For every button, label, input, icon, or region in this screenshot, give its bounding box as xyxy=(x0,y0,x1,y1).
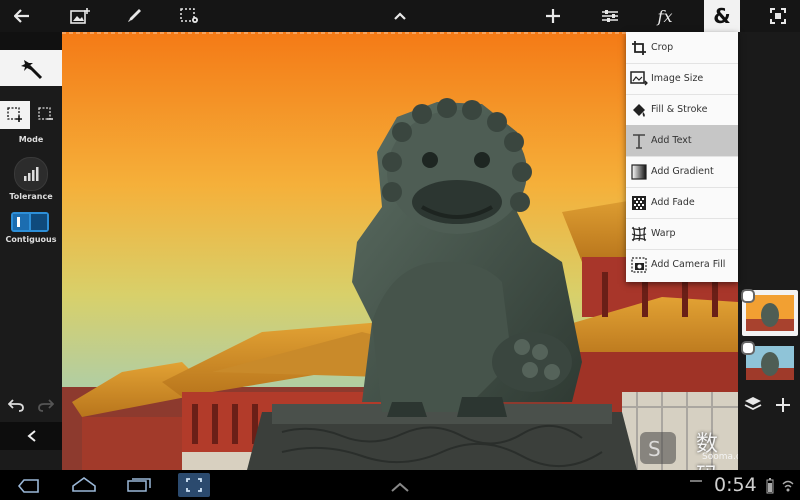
layer-visibility-dot[interactable] xyxy=(741,289,755,303)
effects-button[interactable]: fx xyxy=(645,0,685,32)
chevron-left-icon xyxy=(27,430,36,442)
warp-icon xyxy=(627,226,651,242)
layer-thumbnail-2[interactable] xyxy=(741,341,798,382)
fill-stroke-icon xyxy=(627,102,651,118)
menu-item-warp[interactable]: Warp xyxy=(626,218,738,250)
contiguous-label: Contiguous xyxy=(5,235,57,244)
menu-item-add-camera-fill[interactable]: Add Camera Fill xyxy=(626,249,738,280)
collapse-panel-button[interactable] xyxy=(0,422,62,450)
screenshot-icon xyxy=(186,478,202,492)
layer-thumbnail-1[interactable] xyxy=(741,289,798,336)
notification-dash xyxy=(690,480,702,482)
add-image-icon[interactable] xyxy=(60,0,100,32)
chevron-up-nav-icon[interactable] xyxy=(390,478,410,497)
battery-icon xyxy=(766,478,774,498)
home-nav-icon[interactable] xyxy=(72,476,96,496)
magic-wand-tool[interactable] xyxy=(0,50,62,86)
menu-item-label: Warp xyxy=(651,228,676,239)
add-layer-icon[interactable] xyxy=(776,397,790,416)
watermark-title: 数码多 xyxy=(696,432,719,470)
menu-item-image-size[interactable]: Image Size xyxy=(626,63,738,95)
wifi-icon xyxy=(782,478,794,498)
screenshot-button[interactable] xyxy=(178,473,210,497)
menu-item-label: Add Gradient xyxy=(651,166,714,177)
contiguous-toggle[interactable] xyxy=(11,212,49,232)
menu-item-add-text[interactable]: Add Text xyxy=(626,125,738,157)
menu-item-label: Add Camera Fill xyxy=(651,259,726,270)
recent-apps-icon[interactable] xyxy=(127,477,151,496)
adjustments-icon[interactable] xyxy=(590,0,630,32)
redo-icon[interactable] xyxy=(38,397,55,416)
tolerance-label: Tolerance xyxy=(9,192,53,201)
status-clock: 0:54 xyxy=(714,474,757,496)
fade-icon xyxy=(627,195,651,211)
menu-item-label: Add Text xyxy=(651,135,692,146)
mode-new-selection-button[interactable] xyxy=(0,101,30,129)
menu-item-add-gradient[interactable]: Add Gradient xyxy=(626,156,738,188)
undo-icon[interactable] xyxy=(7,397,24,416)
ampersand-menu-button[interactable]: & xyxy=(704,0,740,32)
menu-item-label: Fill & Stroke xyxy=(651,104,708,115)
subtract-selection-icon xyxy=(38,107,53,120)
fullscreen-icon[interactable] xyxy=(758,0,798,32)
menu-item-add-fade[interactable]: Add Fade xyxy=(626,187,738,219)
svg-text:S: S xyxy=(648,437,661,461)
more-tools-menu: Crop Image Size Fill & Stroke Add Text A… xyxy=(626,32,738,282)
crop-icon xyxy=(627,40,651,56)
chevron-up-icon[interactable] xyxy=(380,0,420,32)
watermark: S xyxy=(640,432,676,464)
magic-wand-icon xyxy=(21,60,43,80)
mode-subtract-selection-button[interactable] xyxy=(31,101,62,129)
signal-bars-icon xyxy=(24,167,39,181)
mode-label: Mode xyxy=(18,135,44,144)
watermark-site: Sooma.com xyxy=(702,452,738,462)
top-toolbar: fx & xyxy=(0,0,800,33)
new-selection-icon xyxy=(7,107,22,122)
layer-visibility-dot[interactable] xyxy=(741,341,755,355)
gradient-icon xyxy=(627,163,651,180)
menu-item-label: Crop xyxy=(651,42,674,53)
back-arrow-icon[interactable] xyxy=(2,0,42,32)
selection-settings-icon[interactable] xyxy=(170,0,210,32)
menu-item-label: Image Size xyxy=(651,73,704,84)
text-icon xyxy=(627,133,651,149)
back-nav-icon[interactable] xyxy=(17,478,40,497)
layers-icon[interactable] xyxy=(744,396,762,416)
image-size-icon xyxy=(627,70,651,87)
add-icon[interactable] xyxy=(533,0,573,32)
menu-item-fill-stroke[interactable]: Fill & Stroke xyxy=(626,94,738,126)
tolerance-button[interactable] xyxy=(14,157,48,191)
menu-item-label: Add Fade xyxy=(651,197,695,208)
menu-item-crop[interactable]: Crop xyxy=(626,32,738,64)
camera-fill-icon xyxy=(627,256,651,273)
brush-icon[interactable] xyxy=(114,0,154,32)
